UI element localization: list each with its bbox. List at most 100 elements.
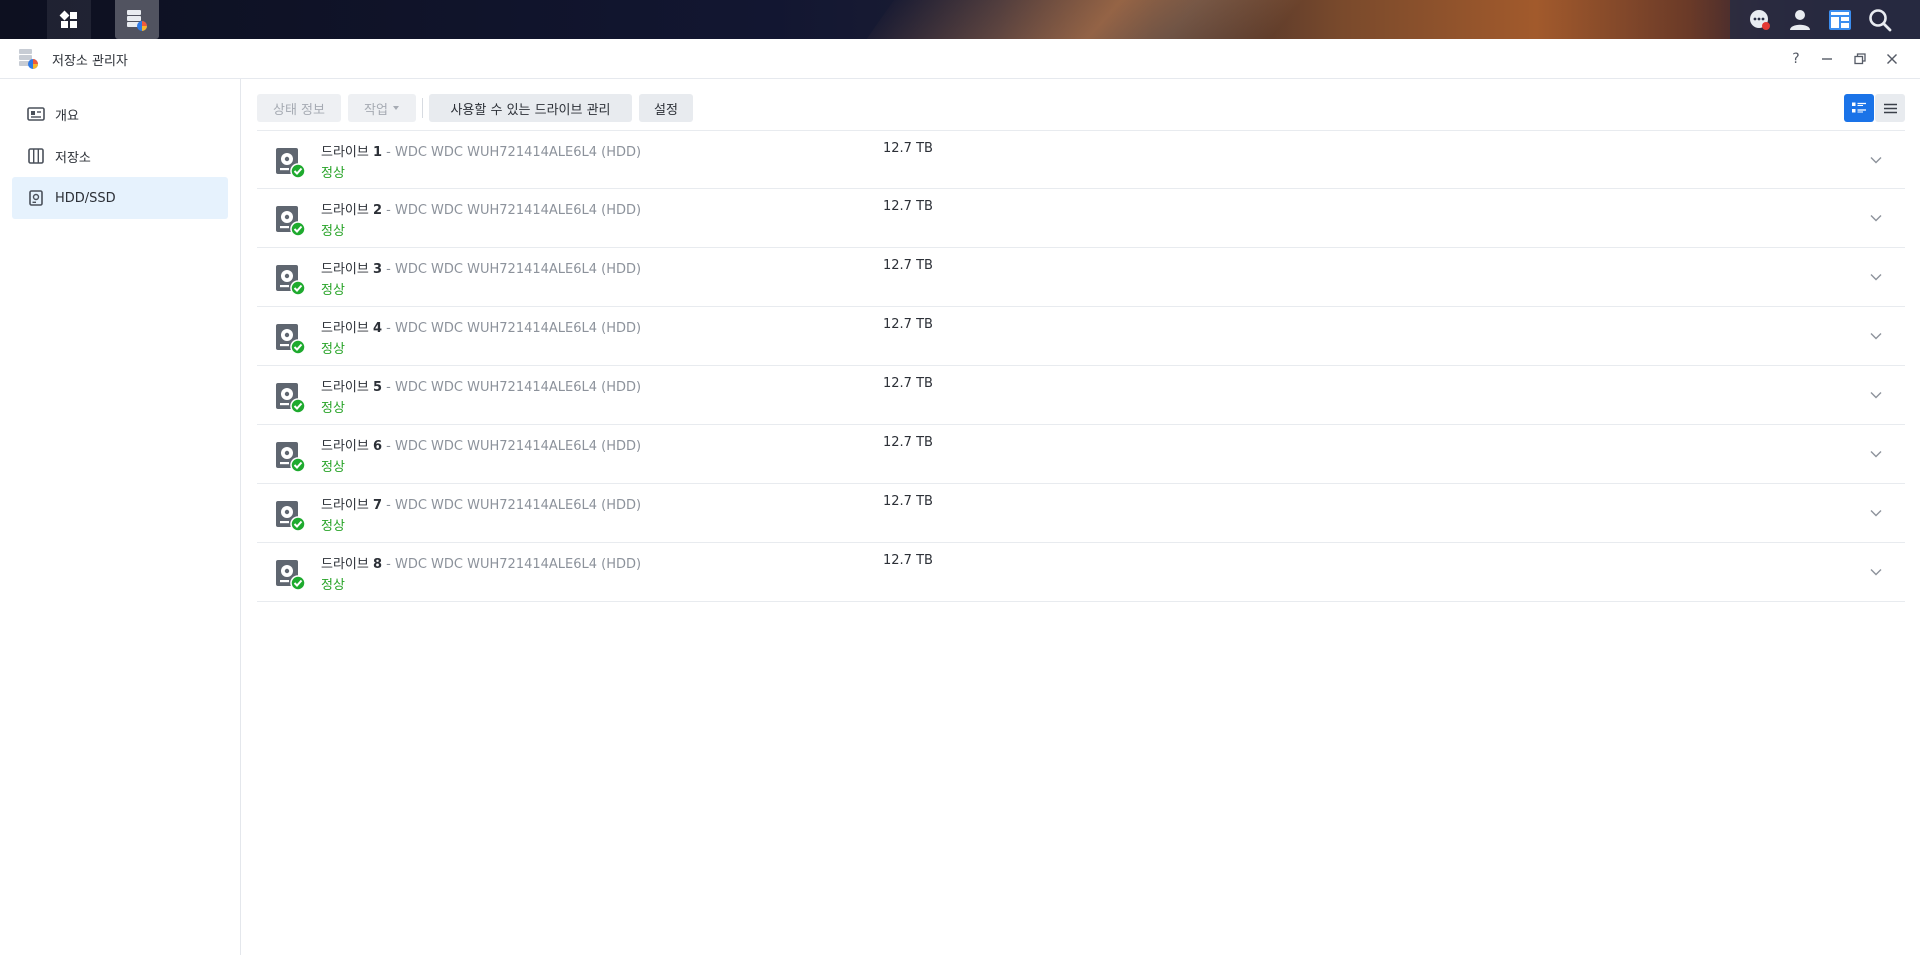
storage-pool-icon <box>28 148 44 164</box>
drive-status: 정상 <box>321 460 345 475</box>
drive-name: 드라이브 8 - WDC WDC WUH721414ALE6L4 (HDD) <box>321 553 641 572</box>
storage-manager-app-icon <box>19 49 38 69</box>
chevron-down-icon[interactable] <box>1869 506 1883 520</box>
sidebar-item-storage[interactable]: 저장소 <box>12 135 228 177</box>
drive-name: 드라이브 1 - WDC WDC WUH721414ALE6L4 (HDD) <box>321 141 641 160</box>
drive-label: 드라이브 <box>321 262 369 277</box>
hdd-healthy-icon <box>276 442 306 473</box>
drive-status: 정상 <box>321 166 345 181</box>
drive-model: - WDC WDC WUH721414ALE6L4 (HDD) <box>382 262 642 277</box>
drive-capacity: 12.7 TB <box>883 141 933 156</box>
drive-model: - WDC WDC WUH721414ALE6L4 (HDD) <box>382 321 642 336</box>
window-title: 저장소 관리자 <box>52 54 128 69</box>
user-icon <box>1790 10 1810 30</box>
chevron-down-icon[interactable] <box>1869 565 1883 579</box>
restore-button[interactable] <box>1849 48 1871 70</box>
drive-capacity: 12.7 TB <box>883 553 933 568</box>
drive-model: - WDC WDC WUH721414ALE6L4 (HDD) <box>382 380 642 395</box>
drive-status: 정상 <box>321 401 345 416</box>
desktop-taskbar <box>0 0 1920 39</box>
status-info-button[interactable]: 상태 정보 <box>257 94 341 122</box>
chevron-down-icon[interactable] <box>1869 447 1883 461</box>
list-icon <box>1883 103 1897 113</box>
close-icon <box>1887 54 1897 64</box>
drive-list: 드라이브 1 - WDC WDC WUH721414ALE6L4 (HDD) 정… <box>257 130 1905 602</box>
drive-status: 정상 <box>321 283 345 298</box>
drive-row-5[interactable]: 드라이브 5 - WDC WDC WUH721414ALE6L4 (HDD) 정… <box>257 366 1905 425</box>
storage-manager-window: 저장소 관리자 ? 개요 저장소 HDD/SSD 상태 정보 작업 사용할 수 … <box>0 39 1920 955</box>
detail-view-button[interactable] <box>1844 94 1874 122</box>
chevron-down-icon[interactable] <box>1869 388 1883 402</box>
drive-label: 드라이브 <box>321 498 369 513</box>
drive-name: 드라이브 7 - WDC WDC WUH721414ALE6L4 (HDD) <box>321 494 641 513</box>
drive-status: 정상 <box>321 224 345 239</box>
drive-row-8[interactable]: 드라이브 8 - WDC WDC WUH721414ALE6L4 (HDD) 정… <box>257 543 1905 602</box>
chevron-down-icon[interactable] <box>1869 329 1883 343</box>
close-button[interactable] <box>1881 48 1903 70</box>
drive-status: 정상 <box>321 578 345 593</box>
toolbar-divider <box>422 98 423 118</box>
sidebar-item-label: 개요 <box>55 108 79 124</box>
drive-number: 1 <box>372 145 383 160</box>
restore-icon <box>1854 53 1866 65</box>
hdd-healthy-icon <box>276 324 306 355</box>
search-button[interactable] <box>1867 7 1893 33</box>
drive-number: 3 <box>372 262 383 277</box>
drive-row-2[interactable]: 드라이브 2 - WDC WDC WUH721414ALE6L4 (HDD) 정… <box>257 189 1905 248</box>
window-titlebar[interactable]: 저장소 관리자 ? <box>0 39 1920 79</box>
drive-name: 드라이브 2 - WDC WDC WUH721414ALE6L4 (HDD) <box>321 199 641 218</box>
drive-row-6[interactable]: 드라이브 6 - WDC WDC WUH721414ALE6L4 (HDD) 정… <box>257 425 1905 484</box>
main-content: 상태 정보 작업 사용할 수 있는 드라이브 관리 설정 드라이브 1 - WD… <box>242 79 1920 955</box>
drive-capacity: 12.7 TB <box>883 258 933 273</box>
user-button[interactable] <box>1787 7 1813 33</box>
drive-label: 드라이브 <box>321 145 369 160</box>
sidebar-item-overview[interactable]: 개요 <box>12 93 228 135</box>
drive-row-7[interactable]: 드라이브 7 - WDC WDC WUH721414ALE6L4 (HDD) 정… <box>257 484 1905 543</box>
drive-label: 드라이브 <box>321 557 369 572</box>
chevron-down-icon[interactable] <box>1869 270 1883 284</box>
settings-button[interactable]: 설정 <box>639 94 693 122</box>
taskbar-storage-manager-button[interactable] <box>115 0 159 39</box>
main-menu-button[interactable] <box>47 0 91 39</box>
drive-number: 5 <box>372 380 383 395</box>
detail-list-icon <box>1852 102 1866 113</box>
minimize-button[interactable] <box>1816 48 1838 70</box>
drive-label: 드라이브 <box>321 203 369 218</box>
overview-icon <box>27 107 45 121</box>
drive-model: - WDC WDC WUH721414ALE6L4 (HDD) <box>382 145 642 160</box>
notifications-button[interactable] <box>1747 7 1773 33</box>
minimize-icon <box>1822 58 1832 60</box>
drive-capacity: 12.7 TB <box>883 376 933 391</box>
hdd-healthy-icon <box>276 148 306 179</box>
drive-row-1[interactable]: 드라이브 1 - WDC WDC WUH721414ALE6L4 (HDD) 정… <box>257 130 1905 189</box>
drive-number: 7 <box>372 498 383 513</box>
action-dropdown-button[interactable]: 작업 <box>348 94 416 122</box>
compact-list-view-button[interactable] <box>1875 94 1905 122</box>
hdd-healthy-icon <box>276 501 306 532</box>
drive-capacity: 12.7 TB <box>883 317 933 332</box>
chevron-down-icon[interactable] <box>1869 211 1883 225</box>
drive-number: 4 <box>372 321 383 336</box>
drive-row-3[interactable]: 드라이브 3 - WDC WDC WUH721414ALE6L4 (HDD) 정… <box>257 248 1905 307</box>
chevron-down-icon[interactable] <box>1869 153 1883 167</box>
widget-icon <box>1829 10 1851 30</box>
drive-model: - WDC WDC WUH721414ALE6L4 (HDD) <box>382 439 642 454</box>
sidebar-item-label: 저장소 <box>55 150 91 166</box>
storage-manager-app-icon <box>127 9 147 31</box>
drive-capacity: 12.7 TB <box>883 435 933 450</box>
drive-name: 드라이브 4 - WDC WDC WUH721414ALE6L4 (HDD) <box>321 317 641 336</box>
drive-label: 드라이브 <box>321 439 369 454</box>
help-button[interactable]: ? <box>1785 48 1807 70</box>
drive-name: 드라이브 5 - WDC WDC WUH721414ALE6L4 (HDD) <box>321 376 641 395</box>
toolbar: 상태 정보 작업 사용할 수 있는 드라이브 관리 설정 <box>257 94 1907 122</box>
drive-row-4[interactable]: 드라이브 4 - WDC WDC WUH721414ALE6L4 (HDD) 정… <box>257 307 1905 366</box>
grid-icon <box>59 10 77 28</box>
hdd-healthy-icon <box>276 206 306 237</box>
sidebar-item-hdd-ssd[interactable]: HDD/SSD <box>12 177 228 219</box>
chat-notification-icon <box>1750 10 1770 30</box>
drive-capacity: 12.7 TB <box>883 494 933 509</box>
drive-icon <box>29 190 43 206</box>
sidebar-item-label: HDD/SSD <box>55 190 116 206</box>
widgets-button[interactable] <box>1827 7 1853 33</box>
manage-available-drives-button[interactable]: 사용할 수 있는 드라이브 관리 <box>429 94 632 122</box>
